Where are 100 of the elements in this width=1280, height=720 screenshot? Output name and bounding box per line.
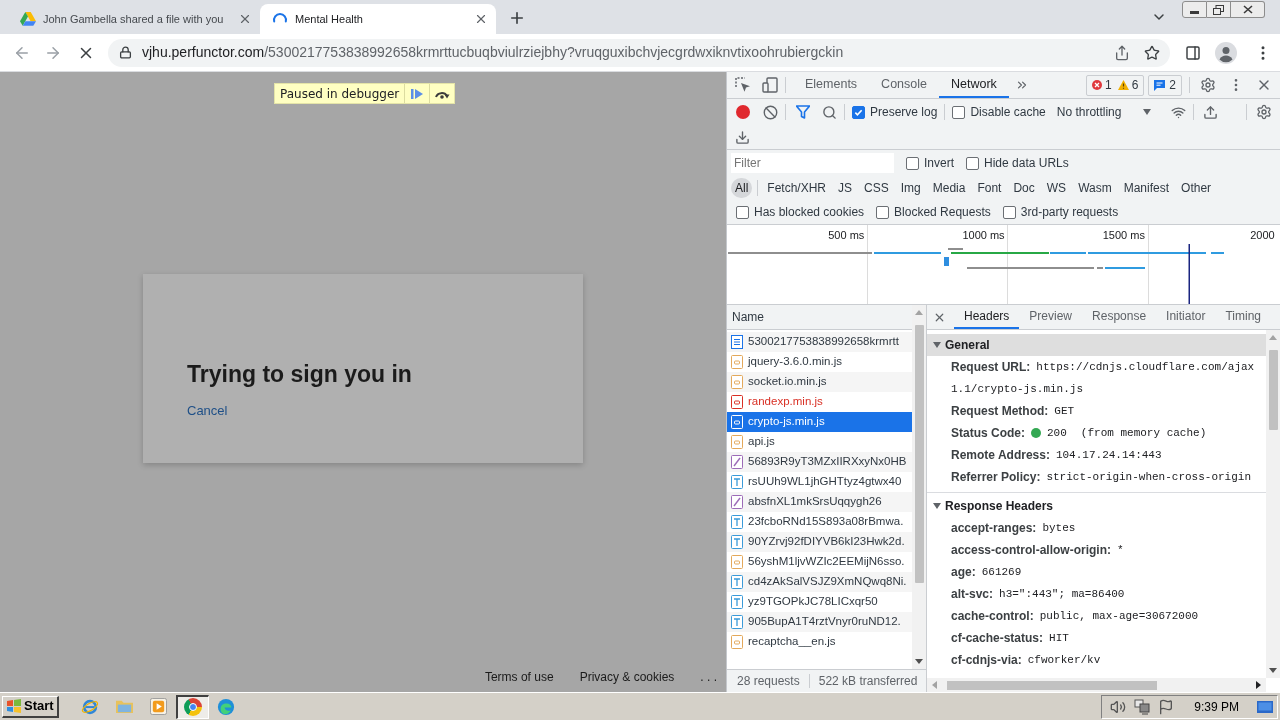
filter-icon[interactable]: [796, 105, 810, 119]
cancel-link[interactable]: Cancel: [187, 403, 228, 419]
footer-link[interactable]: Terms of use: [484, 669, 554, 685]
inspect-icon[interactable]: [735, 77, 751, 93]
browser-tab[interactable]: Mental Health: [260, 4, 496, 34]
speaker-icon[interactable]: [1110, 698, 1127, 715]
request-row[interactable]: 5300217753838992658krmrtt: [727, 332, 912, 352]
timeline-bar: [874, 252, 941, 254]
wifi-icon[interactable]: [1171, 104, 1187, 120]
script-file-icon: [731, 375, 743, 389]
type-filter-button[interactable]: Font: [973, 178, 1006, 198]
network-icon[interactable]: [1134, 698, 1151, 715]
throttling-dropdown[interactable]: No throttling: [1056, 103, 1152, 121]
request-row[interactable]: 905BupA1T4rztVnyr0ruND12.: [727, 612, 912, 632]
upload-icon[interactable]: [1203, 104, 1219, 120]
checkbox[interactable]: [852, 105, 865, 119]
detail-tab[interactable]: Response: [1082, 305, 1157, 329]
type-filter-button[interactable]: All: [731, 178, 753, 198]
flag-icon[interactable]: [1158, 698, 1175, 715]
header-value: cfworker/kv: [1027, 652, 1101, 668]
column-header[interactable]: Name: [732, 308, 764, 326]
header-name: Request URL:: [951, 359, 1031, 376]
settings-icon[interactable]: [1256, 104, 1272, 120]
scroll-down-arrow-icon[interactable]: [1269, 668, 1277, 673]
type-filter-button[interactable]: Doc: [1009, 178, 1039, 198]
devices-icon[interactable]: [762, 77, 778, 93]
type-filter-button[interactable]: Media: [928, 178, 970, 198]
header-value: 1.1/crypto-js.min.js: [951, 381, 1084, 397]
address-field[interactable]: vjhu.perfunctor.com/5300217753838992658krmrttucbuqbviulrziejbhy?vruqguxibchvjecgrdwxiknvtixoohrubiergckin: [108, 38, 1170, 67]
checkbox[interactable]: [906, 156, 919, 170]
resume-icon[interactable]: [411, 87, 424, 100]
checkbox[interactable]: [952, 105, 966, 119]
download-icon[interactable]: [735, 129, 750, 145]
font-file-icon: [731, 535, 743, 549]
footer-link[interactable]: Privacy & cookies: [579, 669, 675, 685]
type-filter-button[interactable]: Manifest: [1119, 178, 1174, 198]
type-filter-button[interactable]: WS: [1042, 178, 1071, 198]
type-filter-button[interactable]: Img: [896, 178, 925, 198]
scroll-down-arrow-icon[interactable]: [915, 659, 923, 664]
script-file-icon: [731, 635, 743, 649]
type-filter-button[interactable]: JS: [834, 178, 857, 198]
header-name: access-control-allow-origin:: [951, 542, 1112, 559]
filter-field[interactable]: Filter: [731, 153, 894, 173]
close-icon[interactable]: [238, 12, 252, 26]
timeline-tick-label: 1000 ms: [962, 229, 1005, 242]
request-row[interactable]: absfnXL1mkSrsUqqygh26: [727, 492, 912, 512]
record-icon[interactable]: [736, 105, 750, 119]
issues-counter[interactable]: 1 6: [1085, 74, 1145, 96]
request-row[interactable]: socket.io.min.js: [727, 372, 912, 392]
detail-tab[interactable]: Timing: [1215, 305, 1271, 329]
checkbox[interactable]: [1002, 205, 1016, 219]
type-filter-button[interactable]: Fetch/XHR: [763, 178, 831, 198]
panel-tab[interactable]: Elements: [793, 72, 870, 98]
header-name: accept-ranges:: [951, 520, 1037, 537]
star-icon[interactable]: [1144, 44, 1160, 61]
header-value: 200: [1047, 425, 1067, 441]
close-window-button[interactable]: [1231, 1, 1265, 18]
settings-icon[interactable]: [1200, 77, 1216, 93]
scrollbar-thumb[interactable]: [914, 325, 924, 583]
type-filter-button[interactable]: Other: [1177, 178, 1216, 198]
timeline-tick-label: 1500 ms: [1102, 229, 1145, 242]
section-header[interactable]: General: [927, 334, 1266, 356]
timeline-marker-line: [1188, 244, 1190, 304]
image-file-icon: [731, 495, 743, 509]
scroll-right-arrow-icon[interactable]: [1256, 681, 1261, 689]
scrollbar-thumb[interactable]: [947, 680, 1157, 690]
header-value-note: (from memory cache): [1080, 425, 1207, 441]
new-tab-icon[interactable]: [508, 9, 526, 27]
share-icon[interactable]: [1114, 44, 1130, 61]
side-panel-icon[interactable]: [1185, 44, 1201, 61]
close-icon[interactable]: [474, 12, 488, 26]
header-name: Remote Address:: [951, 447, 1050, 464]
restore-button[interactable]: [1207, 1, 1231, 18]
clear-icon[interactable]: [763, 104, 778, 120]
minimize-button[interactable]: [1182, 1, 1207, 18]
detail-tab[interactable]: Initiator: [1156, 305, 1216, 329]
panel-tab[interactable]: Console: [869, 72, 939, 98]
request-row[interactable]: 56893R9yT3MZxIIRXxyNx0HB: [727, 452, 912, 472]
checkbox[interactable]: [876, 205, 890, 219]
request-row[interactable]: 90YZrvj92fDIYVB6kI23Hwk2d.: [727, 532, 912, 552]
detail-tab[interactable]: Preview: [1019, 305, 1083, 329]
request-row[interactable]: crypto-js.min.js: [727, 412, 912, 432]
script-file-icon: [731, 355, 743, 369]
footer-link[interactable]: . . .: [700, 669, 717, 685]
detail-tab[interactable]: Headers: [954, 305, 1020, 329]
type-filter-button[interactable]: CSS: [860, 178, 893, 198]
folder-icon: [114, 698, 134, 715]
checkbox[interactable]: [736, 205, 749, 219]
checkbox[interactable]: [966, 156, 979, 170]
profile-avatar-icon[interactable]: [1215, 41, 1237, 64]
messages-counter[interactable]: 2: [1148, 74, 1182, 96]
start-button[interactable]: Start: [2, 695, 59, 718]
taskbar-button[interactable]: [175, 694, 209, 719]
type-filter-button[interactable]: Wasm: [1074, 178, 1116, 198]
search-icon[interactable]: [822, 104, 837, 120]
scrollbar-thumb[interactable]: [1268, 350, 1278, 430]
show-desktop-icon[interactable]: [1257, 700, 1273, 713]
timeline-bar: [944, 257, 949, 266]
header-name: cache-control:: [951, 608, 1034, 625]
request-row[interactable]: cd4zAkSalVSJZ9XmNQwq8Ni.: [727, 572, 912, 592]
